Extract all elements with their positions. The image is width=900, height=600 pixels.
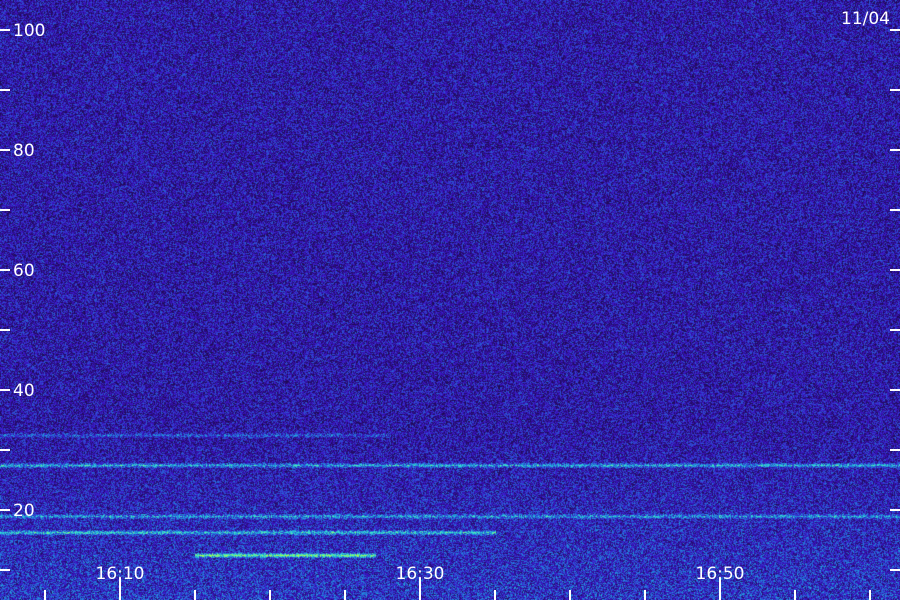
y-tick-label: 20 bbox=[13, 501, 35, 521]
y-tick-label: 60 bbox=[13, 261, 35, 281]
axis-overlay: 11/04 100 80 60 40 20 16:10 16:30 16:50 bbox=[0, 9, 900, 600]
y-tick-label: 100 bbox=[13, 21, 45, 41]
y-tick-label: 80 bbox=[13, 141, 35, 161]
spectrogram-display: 11/04 100 80 60 40 20 16:10 16:30 16:50 bbox=[0, 0, 900, 600]
x-tick-label: 16:10 bbox=[96, 564, 145, 584]
x-tick-label: 16:50 bbox=[696, 564, 745, 584]
left-axis: 100 80 60 40 20 bbox=[0, 21, 45, 571]
y-tick-label: 40 bbox=[13, 381, 35, 401]
bottom-axis: 16:10 16:30 16:50 bbox=[44, 564, 871, 600]
x-tick-label: 16:30 bbox=[396, 564, 445, 584]
date-label: 11/04 bbox=[841, 9, 890, 29]
right-axis bbox=[890, 29, 900, 571]
